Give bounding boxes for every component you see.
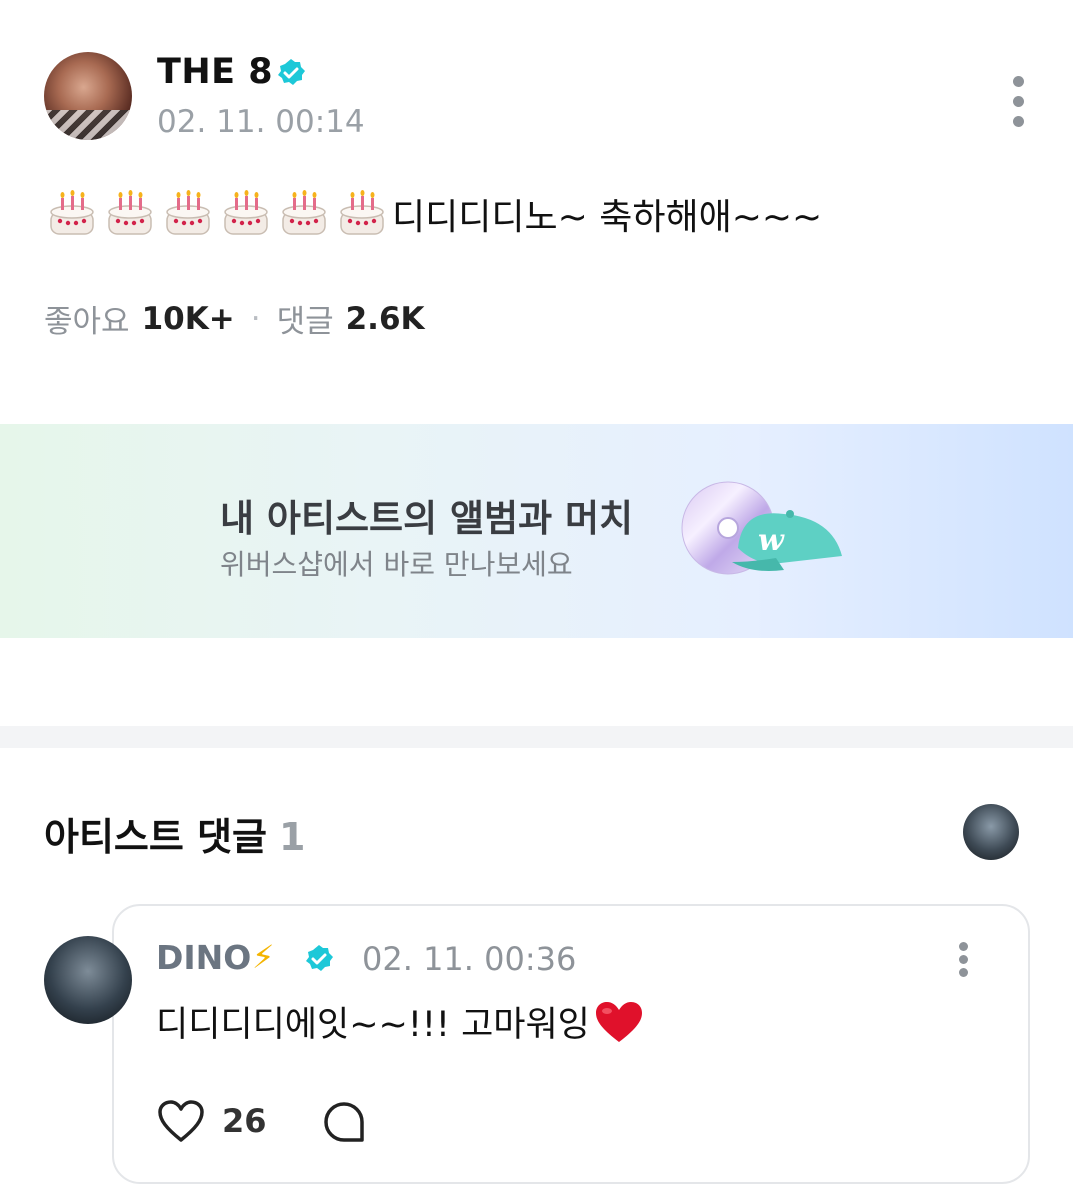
artist-avatar-mini[interactable] (963, 804, 1019, 860)
artist-comments-title: 아티스트 댓글 1 (44, 806, 305, 861)
album-and-cap-icon: w (681, 481, 842, 575)
birthday-cake-icon (46, 190, 98, 238)
comment-text-row: 디디디디에잇~~!!! 고마워잉 (156, 996, 644, 1047)
comments-count[interactable]: 2.6K (346, 301, 425, 337)
birthday-cake-icon (104, 190, 156, 238)
comment-author-avatar[interactable] (44, 936, 132, 1024)
post-stats: 좋아요 10K+ · 댓글 2.6K (44, 296, 425, 341)
banner-title: 내 아티스트의 앨범과 머치 (220, 497, 634, 540)
author-name[interactable]: THE 8 (157, 52, 273, 92)
post-text: 디디디디노~ 축하해애~~~ (392, 197, 823, 238)
comment-like-count: 26 (222, 1102, 267, 1140)
artist-comments-count: 1 (279, 815, 306, 859)
comment-author[interactable]: DINO (156, 938, 251, 977)
reply-bubble-icon[interactable] (322, 1100, 366, 1144)
verified-badge-icon (278, 59, 305, 85)
cap-logo: w (758, 523, 785, 558)
more-options-icon[interactable] (1006, 74, 1032, 132)
comments-label[interactable]: 댓글 (277, 296, 334, 341)
author-avatar[interactable] (44, 52, 132, 140)
section-divider (0, 726, 1073, 748)
stats-separator: · (250, 300, 261, 337)
birthday-cake-icon (336, 190, 388, 238)
comment-date: 02. 11. 00:36 (362, 940, 577, 978)
comment-text: 디디디디에잇~~!!! 고마워잉 (156, 1005, 590, 1045)
post-date: 02. 11. 00:14 (157, 104, 365, 140)
artist-comments-label: 아티스트 댓글 (44, 815, 267, 859)
comment-verified-badge-icon (306, 945, 333, 971)
birthday-cake-icon (162, 190, 214, 238)
like-heart-icon[interactable] (156, 1098, 206, 1144)
birthday-cake-icon (220, 190, 272, 238)
likes-label[interactable]: 좋아요 (44, 296, 130, 341)
birthday-cake-icon (278, 190, 330, 238)
comment-more-options-icon[interactable] (955, 942, 973, 978)
banner-subtitle: 위버스샵에서 바로 만나보세요 (220, 548, 573, 581)
cake-emoji-row (46, 190, 388, 238)
red-heart-icon (595, 1001, 642, 1042)
lightning-emoji: ⚡ (252, 938, 275, 976)
likes-count[interactable]: 10K+ (142, 301, 235, 337)
post-body: 디디디디노~ 축하해애~~~ (46, 188, 822, 240)
